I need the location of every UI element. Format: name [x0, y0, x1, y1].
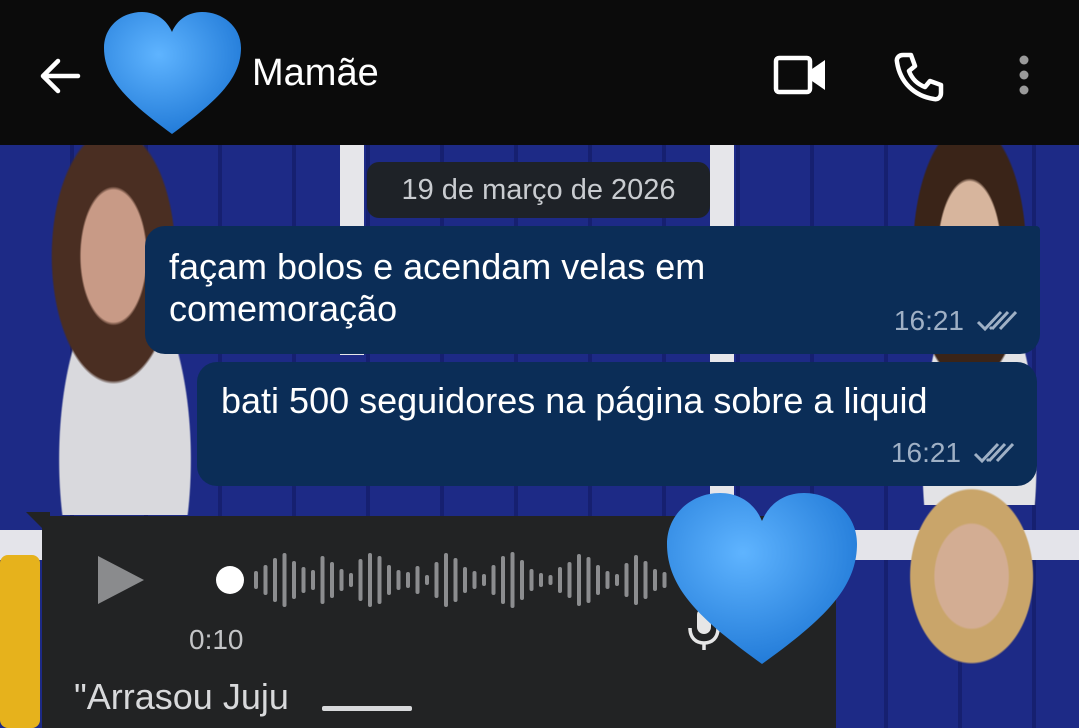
wallpaper-photo — [0, 555, 40, 728]
waveform-bar — [558, 567, 562, 593]
blue-heart-avatar[interactable] — [100, 8, 245, 138]
audio-waveform[interactable] — [170, 546, 670, 614]
waveform-bar — [501, 556, 505, 604]
outgoing-message[interactable]: façam bolos e acendam velas em comemoraç… — [145, 226, 1040, 354]
waveform-bar — [339, 569, 344, 591]
contact-name[interactable]: Mamãe — [252, 52, 379, 95]
double-check-icon — [973, 442, 1015, 464]
waveform-bar — [634, 555, 638, 605]
waveform-bar — [377, 556, 382, 604]
waveform-bar — [311, 570, 315, 590]
voice-transcript: "Arrasou Juju — [74, 676, 289, 717]
waveform-bar — [539, 573, 543, 587]
waveform-bar — [643, 561, 648, 599]
waveform-bar — [273, 558, 277, 602]
waveform-bar — [368, 553, 372, 607]
waveform-bar — [263, 565, 268, 595]
waveform-bar — [320, 556, 325, 604]
date-separator: 19 de março de 2026 — [367, 162, 710, 218]
waveform-bar — [358, 559, 363, 601]
waveform-bar — [577, 554, 581, 606]
waveform-bar — [624, 563, 629, 597]
video-call-icon[interactable] — [772, 52, 828, 98]
waveform-bar — [567, 562, 572, 598]
waveform-bar — [254, 571, 258, 589]
waveform-bar — [282, 553, 287, 607]
waveform-bar — [520, 560, 524, 600]
outgoing-message[interactable]: bati 500 seguidores na página sobre a li… — [197, 362, 1037, 486]
waveform-bar — [472, 571, 477, 589]
playback-knob[interactable] — [216, 566, 244, 594]
transcript-continuation — [322, 706, 412, 711]
waveform-bar — [529, 569, 534, 591]
message-text: façam bolos e acendam velas em comemoraç… — [169, 246, 706, 329]
waveform-bar — [548, 575, 553, 585]
message-time: 16:21 — [890, 437, 961, 468]
waveform-bar — [605, 571, 610, 589]
back-arrow-icon[interactable] — [34, 50, 86, 102]
waveform-bar — [349, 573, 353, 587]
waveform-bar — [596, 565, 600, 595]
blue-heart-sticker — [667, 493, 857, 664]
more-options-icon[interactable] — [1010, 52, 1038, 98]
waveform-bar — [653, 569, 657, 591]
waveform-bar — [330, 562, 334, 598]
message-time: 16:21 — [893, 305, 964, 336]
waveform-bar — [387, 565, 391, 595]
waveform-bar — [434, 562, 439, 598]
waveform-bar — [292, 561, 296, 599]
waveform-bar — [425, 575, 429, 585]
wallpaper-photo — [900, 475, 1079, 728]
waveform-bar — [510, 552, 515, 608]
waveform-bar — [491, 565, 496, 595]
waveform-bar — [482, 574, 486, 586]
play-icon[interactable] — [94, 552, 148, 608]
waveform-bar — [406, 572, 410, 588]
message-text: bati 500 seguidores na página sobre a li… — [221, 380, 928, 421]
waveform-bar — [301, 567, 306, 593]
waveform-bar — [396, 570, 401, 590]
waveform-bar — [415, 566, 420, 594]
waveform-bar — [463, 567, 467, 593]
phone-call-icon[interactable] — [892, 50, 946, 104]
waveform-bar — [586, 557, 591, 603]
double-check-icon — [976, 310, 1018, 332]
voice-duration: 0:10 — [189, 624, 244, 655]
message-meta: 16:21 — [894, 300, 1018, 342]
chat-header: Mamãe — [0, 0, 1079, 145]
waveform-bar — [453, 558, 458, 602]
waveform-bar — [444, 553, 448, 607]
message-meta: 16:21 — [891, 432, 1015, 474]
waveform-bar — [615, 574, 619, 586]
